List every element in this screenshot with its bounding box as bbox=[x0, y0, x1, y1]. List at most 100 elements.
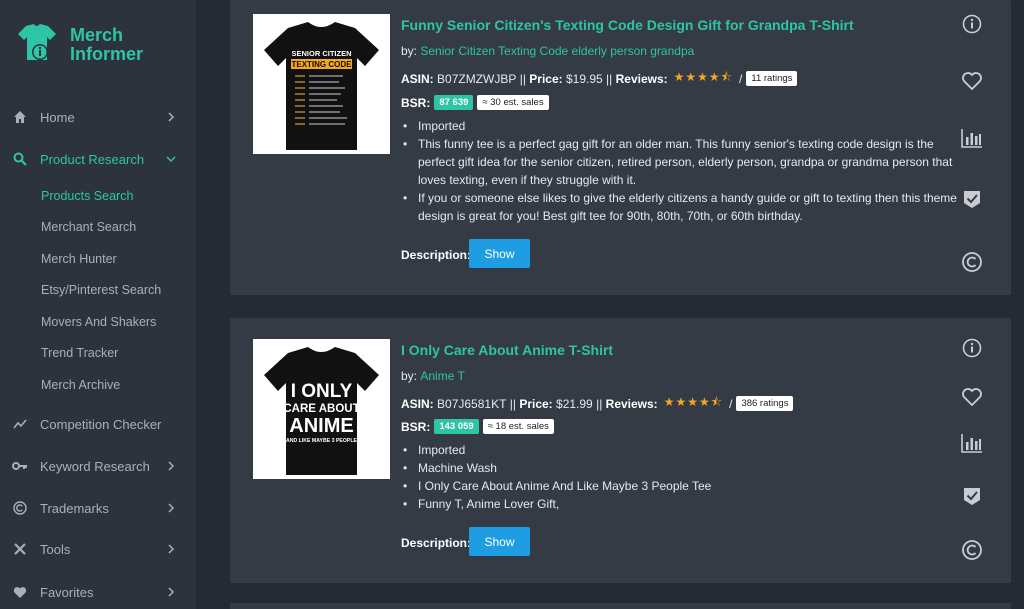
separator: / bbox=[729, 396, 733, 411]
subitem-merch-archive[interactable]: Merch Archive bbox=[41, 378, 120, 392]
sidebar-item-label: Home bbox=[40, 109, 75, 125]
bullet-item: If you or someone else likes to give the… bbox=[401, 189, 961, 225]
chevron-right-icon bbox=[166, 544, 176, 554]
sidebar-item-label: Trademarks bbox=[40, 500, 109, 516]
subitem-products-search[interactable]: Products Search bbox=[41, 189, 133, 203]
product-title[interactable]: Funny Senior Citizen's Texting Code Desi… bbox=[401, 17, 854, 33]
shirt-text-line: ANIME bbox=[289, 415, 353, 437]
separator: || bbox=[606, 71, 613, 86]
copyright-icon bbox=[12, 500, 28, 516]
bsr-badge: 87 639 bbox=[434, 95, 474, 110]
logo-text: Merch Informer bbox=[70, 25, 144, 64]
sidebar-item-label: Favorites bbox=[40, 584, 94, 600]
shirt-text-line: AND LIKE MAYBE 3 PEOPLE bbox=[286, 438, 358, 444]
copyright-icon[interactable] bbox=[960, 250, 984, 274]
sidebar-item-trademarks[interactable]: Trademarks bbox=[0, 493, 196, 523]
price-label: Price: bbox=[529, 71, 563, 86]
bullet-item: This funny tee is a perfect gag gift for… bbox=[401, 135, 961, 189]
info-icon[interactable] bbox=[960, 12, 984, 36]
sidebar-item-competition-checker[interactable]: Competition Checker bbox=[0, 409, 196, 439]
sidebar-item-product-research[interactable]: Product Research bbox=[0, 144, 196, 174]
separator: || bbox=[509, 396, 516, 411]
show-description-button[interactable]: Show bbox=[469, 527, 530, 556]
star-rating: ★★★★⯪ bbox=[673, 70, 734, 84]
est-sales-badge: ≈ 30 est. sales bbox=[477, 95, 549, 110]
search-icon bbox=[12, 151, 28, 167]
shirt-text-line: I ONLY bbox=[291, 381, 353, 402]
by-label: by: bbox=[401, 369, 418, 383]
copyright-icon[interactable] bbox=[960, 538, 984, 562]
separator: || bbox=[596, 396, 603, 411]
key-icon bbox=[12, 458, 28, 474]
sidebar-item-label: Tools bbox=[40, 541, 71, 557]
asin-value: B07ZMZWJBP bbox=[437, 71, 517, 86]
price-value: $19.95 bbox=[565, 71, 603, 86]
sidebar-item-favorites[interactable]: Favorites bbox=[0, 577, 196, 607]
bsr-badge: 143 059 bbox=[434, 419, 479, 434]
product-card bbox=[230, 603, 1011, 609]
bullet-item: Funny T, Anime Lover Gift, bbox=[401, 495, 961, 513]
product-card: SENIOR CITIZEN TEXTING CODE Funny Senior… bbox=[230, 0, 1011, 295]
product-bullets: Imported This funny tee is a perfect gag… bbox=[401, 117, 961, 225]
merch-informer-logo[interactable]: Merch Informer bbox=[14, 20, 174, 70]
ratings-count-badge: 11 ratings bbox=[746, 71, 798, 86]
sidebar-item-label: Keyword Research bbox=[40, 458, 150, 474]
bullet-item: Imported bbox=[401, 441, 961, 459]
shirt-text-line: TEXTING CODE bbox=[291, 60, 352, 69]
bullet-item: Machine Wash bbox=[401, 459, 961, 477]
bullet-item: I Only Care About Anime And Like Maybe 3… bbox=[401, 477, 961, 495]
info-icon[interactable] bbox=[960, 336, 984, 360]
chevron-down-icon bbox=[166, 154, 176, 164]
product-bsr-line: BSR: 87 639 ≈ 30 est. sales bbox=[401, 95, 549, 110]
product-image[interactable]: I ONLY CARE ABOUT ANIME AND LIKE MAYBE 3… bbox=[253, 339, 390, 479]
tools-icon bbox=[12, 541, 28, 557]
sidebar-item-home[interactable]: Home bbox=[0, 102, 196, 132]
subitem-merchant-search[interactable]: Merchant Search bbox=[41, 220, 136, 234]
bsr-label: BSR: bbox=[401, 95, 431, 110]
shield-check-icon[interactable] bbox=[960, 187, 984, 211]
product-bsr-line: BSR: 143 059 ≈ 18 est. sales bbox=[401, 419, 554, 434]
heart-outline-icon[interactable] bbox=[960, 69, 984, 93]
sidebar: Merch Informer Home Product Research Pro… bbox=[0, 0, 196, 609]
product-title[interactable]: I Only Care About Anime T-Shirt bbox=[401, 342, 613, 358]
sidebar-item-tools[interactable]: Tools bbox=[0, 534, 196, 564]
show-description-button[interactable]: Show bbox=[469, 239, 530, 268]
separator: || bbox=[519, 71, 526, 86]
product-image[interactable]: SENIOR CITIZEN TEXTING CODE bbox=[253, 14, 390, 154]
description-label: Description: bbox=[401, 536, 472, 550]
product-brand-line: by: Senior Citizen Texting Code elderly … bbox=[401, 44, 694, 58]
sidebar-item-label: Competition Checker bbox=[40, 416, 162, 432]
subitem-merch-hunter[interactable]: Merch Hunter bbox=[41, 252, 117, 266]
brand-link[interactable]: Senior Citizen Texting Code elderly pers… bbox=[420, 44, 694, 58]
reviews-label: Reviews: bbox=[605, 396, 658, 411]
bar-chart-icon[interactable] bbox=[960, 431, 984, 455]
subitem-movers-and-shakers[interactable]: Movers And Shakers bbox=[41, 315, 156, 329]
price-label: Price: bbox=[519, 396, 553, 411]
asin-label: ASIN: bbox=[401, 396, 434, 411]
bsr-label: BSR: bbox=[401, 419, 431, 434]
product-brand-line: by: Anime T bbox=[401, 369, 465, 383]
price-value: $21.99 bbox=[556, 396, 593, 411]
sidebar-item-label: Product Research bbox=[40, 151, 145, 167]
chevron-right-icon bbox=[166, 112, 176, 122]
shirt-text-line: CARE ABOUT bbox=[283, 403, 359, 415]
shield-check-icon[interactable] bbox=[960, 484, 984, 508]
subitem-trend-tracker[interactable]: Trend Tracker bbox=[41, 346, 118, 360]
separator: / bbox=[739, 71, 743, 86]
bar-chart-icon[interactable] bbox=[960, 126, 984, 150]
trend-icon bbox=[12, 416, 28, 432]
shirt-text-line: SENIOR CITIZEN bbox=[291, 49, 351, 58]
heart-outline-icon[interactable] bbox=[960, 385, 984, 409]
product-card: I ONLY CARE ABOUT ANIME AND LIKE MAYBE 3… bbox=[230, 318, 1011, 583]
subitem-etsy-pinterest-search[interactable]: Etsy/Pinterest Search bbox=[41, 283, 161, 297]
tshirt-logo-icon bbox=[18, 24, 56, 60]
heart-icon bbox=[12, 584, 28, 600]
asin-label: ASIN: bbox=[401, 71, 434, 86]
description-label: Description: bbox=[401, 248, 472, 262]
star-rating: ★★★★⯪ bbox=[663, 395, 724, 409]
brand-link[interactable]: Anime T bbox=[420, 369, 464, 383]
chevron-right-icon bbox=[166, 461, 176, 471]
sidebar-item-keyword-research[interactable]: Keyword Research bbox=[0, 451, 196, 481]
home-icon bbox=[12, 109, 28, 125]
ratings-count-badge: 386 ratings bbox=[736, 396, 794, 411]
